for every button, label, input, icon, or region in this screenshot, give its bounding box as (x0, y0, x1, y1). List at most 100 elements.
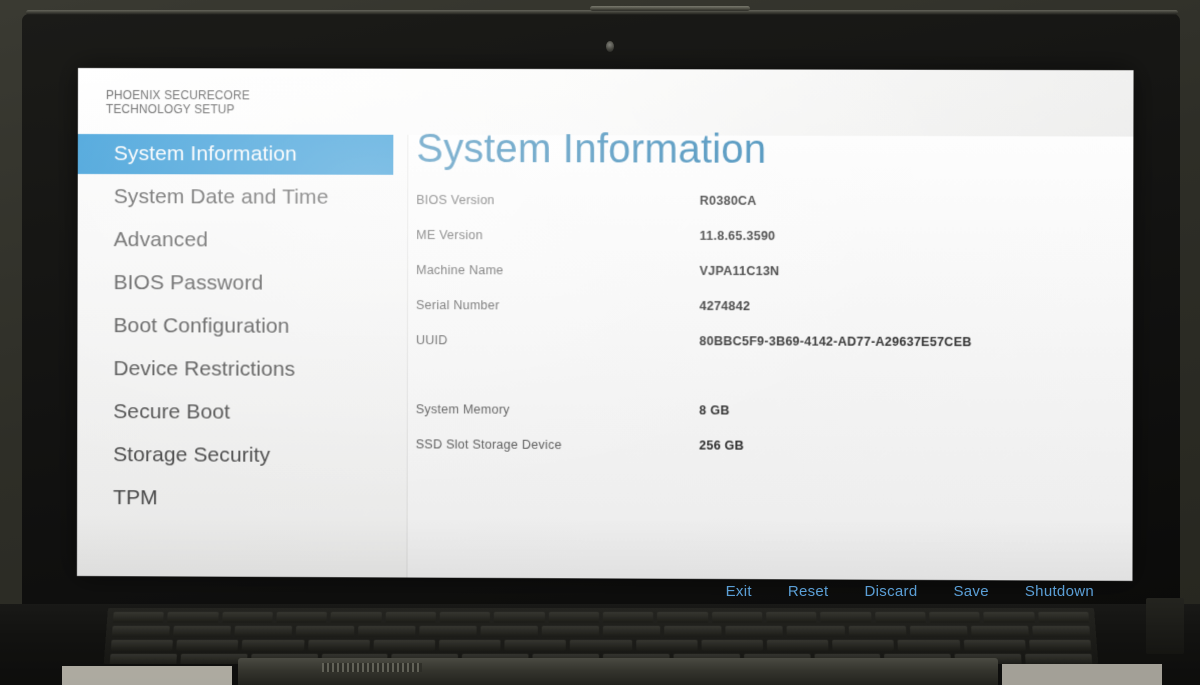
photo-background: PHOENIX SECURECORE TECHNOLOGY SETUP Syst… (0, 0, 1200, 685)
field-value: 11.8.65.3590 (699, 228, 776, 244)
sidebar-item-label: System Date and Time (113, 185, 329, 209)
sidebar-item-system-date-and-time[interactable]: System Date and Time (78, 177, 408, 218)
field-label: ME Version (416, 227, 483, 243)
key (438, 639, 501, 651)
key (909, 625, 968, 637)
field-value: 256 GB (699, 438, 745, 453)
field-row-ssd-slot-storage-device: SSD Slot Storage Device 256 GB (416, 437, 1133, 475)
key (296, 625, 354, 637)
key (234, 625, 293, 637)
key (548, 611, 599, 623)
keyboard-row (110, 639, 1092, 651)
key (701, 639, 764, 651)
sidebar-item-label: Boot Configuration (113, 314, 290, 338)
key (439, 611, 491, 623)
desk-surface-right (1002, 664, 1162, 685)
field-row-serial-number: Serial Number 4274842 (416, 298, 1133, 336)
key (766, 639, 829, 651)
key (330, 611, 382, 623)
sidebar-item-device-restrictions[interactable]: Device Restrictions (77, 349, 407, 390)
key (307, 639, 370, 651)
keyboard-row (112, 611, 1090, 623)
field-value: 8 GB (699, 403, 730, 418)
key (820, 611, 872, 623)
field-value: R0380CA (699, 193, 757, 208)
key (167, 611, 219, 623)
sidebar-item-bios-password[interactable]: BIOS Password (78, 263, 408, 304)
sidebar-item-label: Device Restrictions (113, 357, 296, 381)
field-row-machine-name: Machine Name VJPA11C13N (416, 263, 1133, 300)
key (1025, 653, 1093, 664)
sidebar-item-label: System Information (113, 142, 297, 166)
sidebar-item-label: Secure Boot (113, 400, 231, 424)
discard-button[interactable]: Discard (865, 583, 918, 600)
field-row-me-version: ME Version 11.8.65.3590 (416, 228, 1133, 265)
field-label: SSD Slot Storage Device (415, 437, 562, 452)
sidebar-item-secure-boot[interactable]: Secure Boot (77, 392, 407, 433)
keyboard (103, 608, 1099, 664)
key (1037, 611, 1090, 623)
system-information-fields: BIOS Version R0380CA ME Version 11.8.65.… (416, 193, 1134, 475)
key (963, 639, 1026, 651)
key (786, 625, 845, 637)
speaker-grill (322, 663, 422, 672)
sidebar-item-label: Advanced (113, 228, 208, 252)
field-row-system-memory: System Memory 8 GB (416, 402, 1133, 440)
key (385, 611, 436, 623)
page-title: System Information (416, 126, 767, 172)
exit-button[interactable]: Exit (726, 583, 752, 600)
key (109, 653, 177, 664)
sidebar-item-system-information[interactable]: System Information (77, 133, 394, 175)
reset-button[interactable]: Reset (788, 583, 829, 600)
field-value: 4274842 (699, 299, 751, 314)
key (766, 611, 817, 623)
sidebar-item-tpm[interactable]: TPM (77, 478, 407, 519)
hinge-right (1146, 598, 1184, 654)
lid-top-edge-highlight (590, 6, 750, 11)
key (897, 639, 961, 651)
key (983, 611, 1035, 623)
content-panel: System Information BIOS Version R0380CA … (407, 127, 1134, 581)
field-value: 80BBC5F9-3B69-4142-AD77-A29637E57CEB (699, 334, 972, 350)
field-label: UUID (415, 333, 448, 348)
key (711, 611, 763, 623)
save-button[interactable]: Save (953, 583, 988, 600)
field-label: Machine Name (416, 263, 504, 278)
bios-screen: PHOENIX SECURECORE TECHNOLOGY SETUP Syst… (76, 68, 1134, 581)
field-value: VJPA11C13N (699, 263, 780, 279)
key (603, 625, 661, 637)
key (602, 611, 654, 623)
key (657, 611, 708, 623)
shutdown-button[interactable]: Shutdown (1025, 583, 1094, 600)
key (173, 625, 232, 637)
sidebar-item-advanced[interactable]: Advanced (78, 220, 408, 261)
field-row-uuid: UUID 80BBC5F9-3B69-4142-AD77-A29637E57CE… (416, 333, 1133, 371)
key (504, 639, 567, 651)
key (848, 625, 906, 637)
key (221, 611, 273, 623)
key (570, 639, 632, 651)
webcam-icon (606, 41, 614, 52)
field-label: Serial Number (416, 298, 500, 313)
key (929, 611, 981, 623)
key (110, 639, 174, 651)
key (480, 625, 538, 637)
key (373, 639, 436, 651)
key (357, 625, 416, 637)
key (112, 611, 165, 623)
key (635, 639, 698, 651)
field-label: BIOS Version (416, 192, 495, 208)
field-group-separator (416, 368, 1133, 405)
bios-body: System Information System Date and Time … (76, 127, 1134, 581)
brand-title: PHOENIX SECURECORE TECHNOLOGY SETUP (105, 87, 250, 117)
key (1032, 625, 1091, 637)
sidebar-item-label: Storage Security (113, 443, 271, 467)
sidebar-item-storage-security[interactable]: Storage Security (77, 435, 407, 476)
key (418, 625, 477, 637)
sidebar-item-label: TPM (113, 486, 158, 510)
sidebar-item-boot-configuration[interactable]: Boot Configuration (77, 306, 407, 347)
key (970, 625, 1029, 637)
field-row-bios-version: BIOS Version R0380CA (416, 193, 1133, 230)
key (725, 625, 784, 637)
sidebar-item-label: BIOS Password (113, 271, 264, 295)
